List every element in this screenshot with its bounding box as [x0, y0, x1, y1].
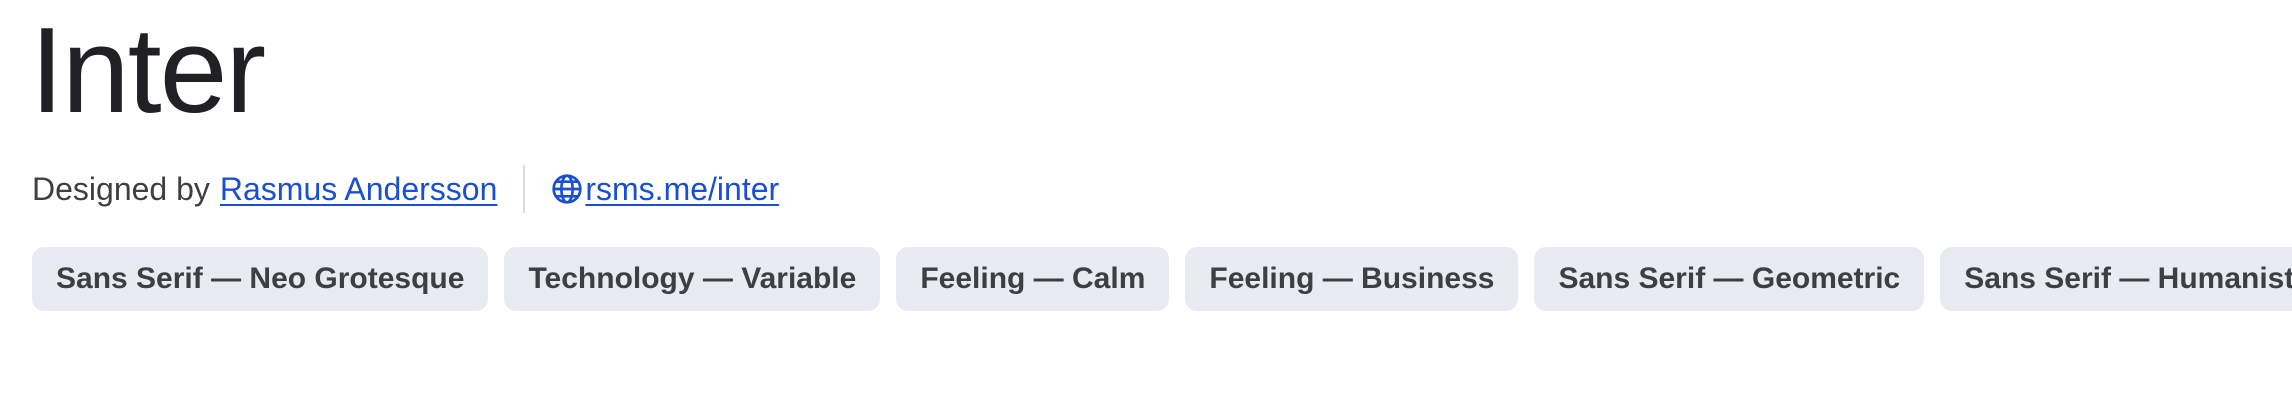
meta-divider: [523, 165, 526, 213]
designer-prefix: Designed by: [32, 170, 210, 207]
tag-sans-serif-neo-grotesque[interactable]: Sans Serif — Neo Grotesque: [32, 247, 489, 311]
tag-list: Sans Serif — Neo Grotesque Technology — …: [32, 247, 2292, 311]
font-meta-row: Designed by Rasmus Andersson rsms.me/int…: [32, 164, 779, 214]
tag-feeling-business[interactable]: Feeling — Business: [1185, 247, 1519, 311]
tag-technology-variable[interactable]: Technology — Variable: [504, 247, 881, 311]
globe-icon: [552, 174, 583, 204]
tag-sans-serif-geometric[interactable]: Sans Serif — Geometric: [1534, 247, 1925, 311]
tag-feeling-calm[interactable]: Feeling — Calm: [896, 247, 1170, 311]
website-link[interactable]: rsms.me/inter: [551, 171, 779, 208]
website-link-label: rsms.me/inter: [585, 170, 780, 207]
font-header: Inter Designed by Rasmus Andersson rsms.…: [0, 0, 2292, 408]
tag-sans-serif-humanist[interactable]: Sans Serif — Humanist: [1940, 247, 2292, 311]
font-title: Inter: [30, 2, 266, 138]
designer-link[interactable]: Rasmus Andersson: [220, 171, 497, 208]
